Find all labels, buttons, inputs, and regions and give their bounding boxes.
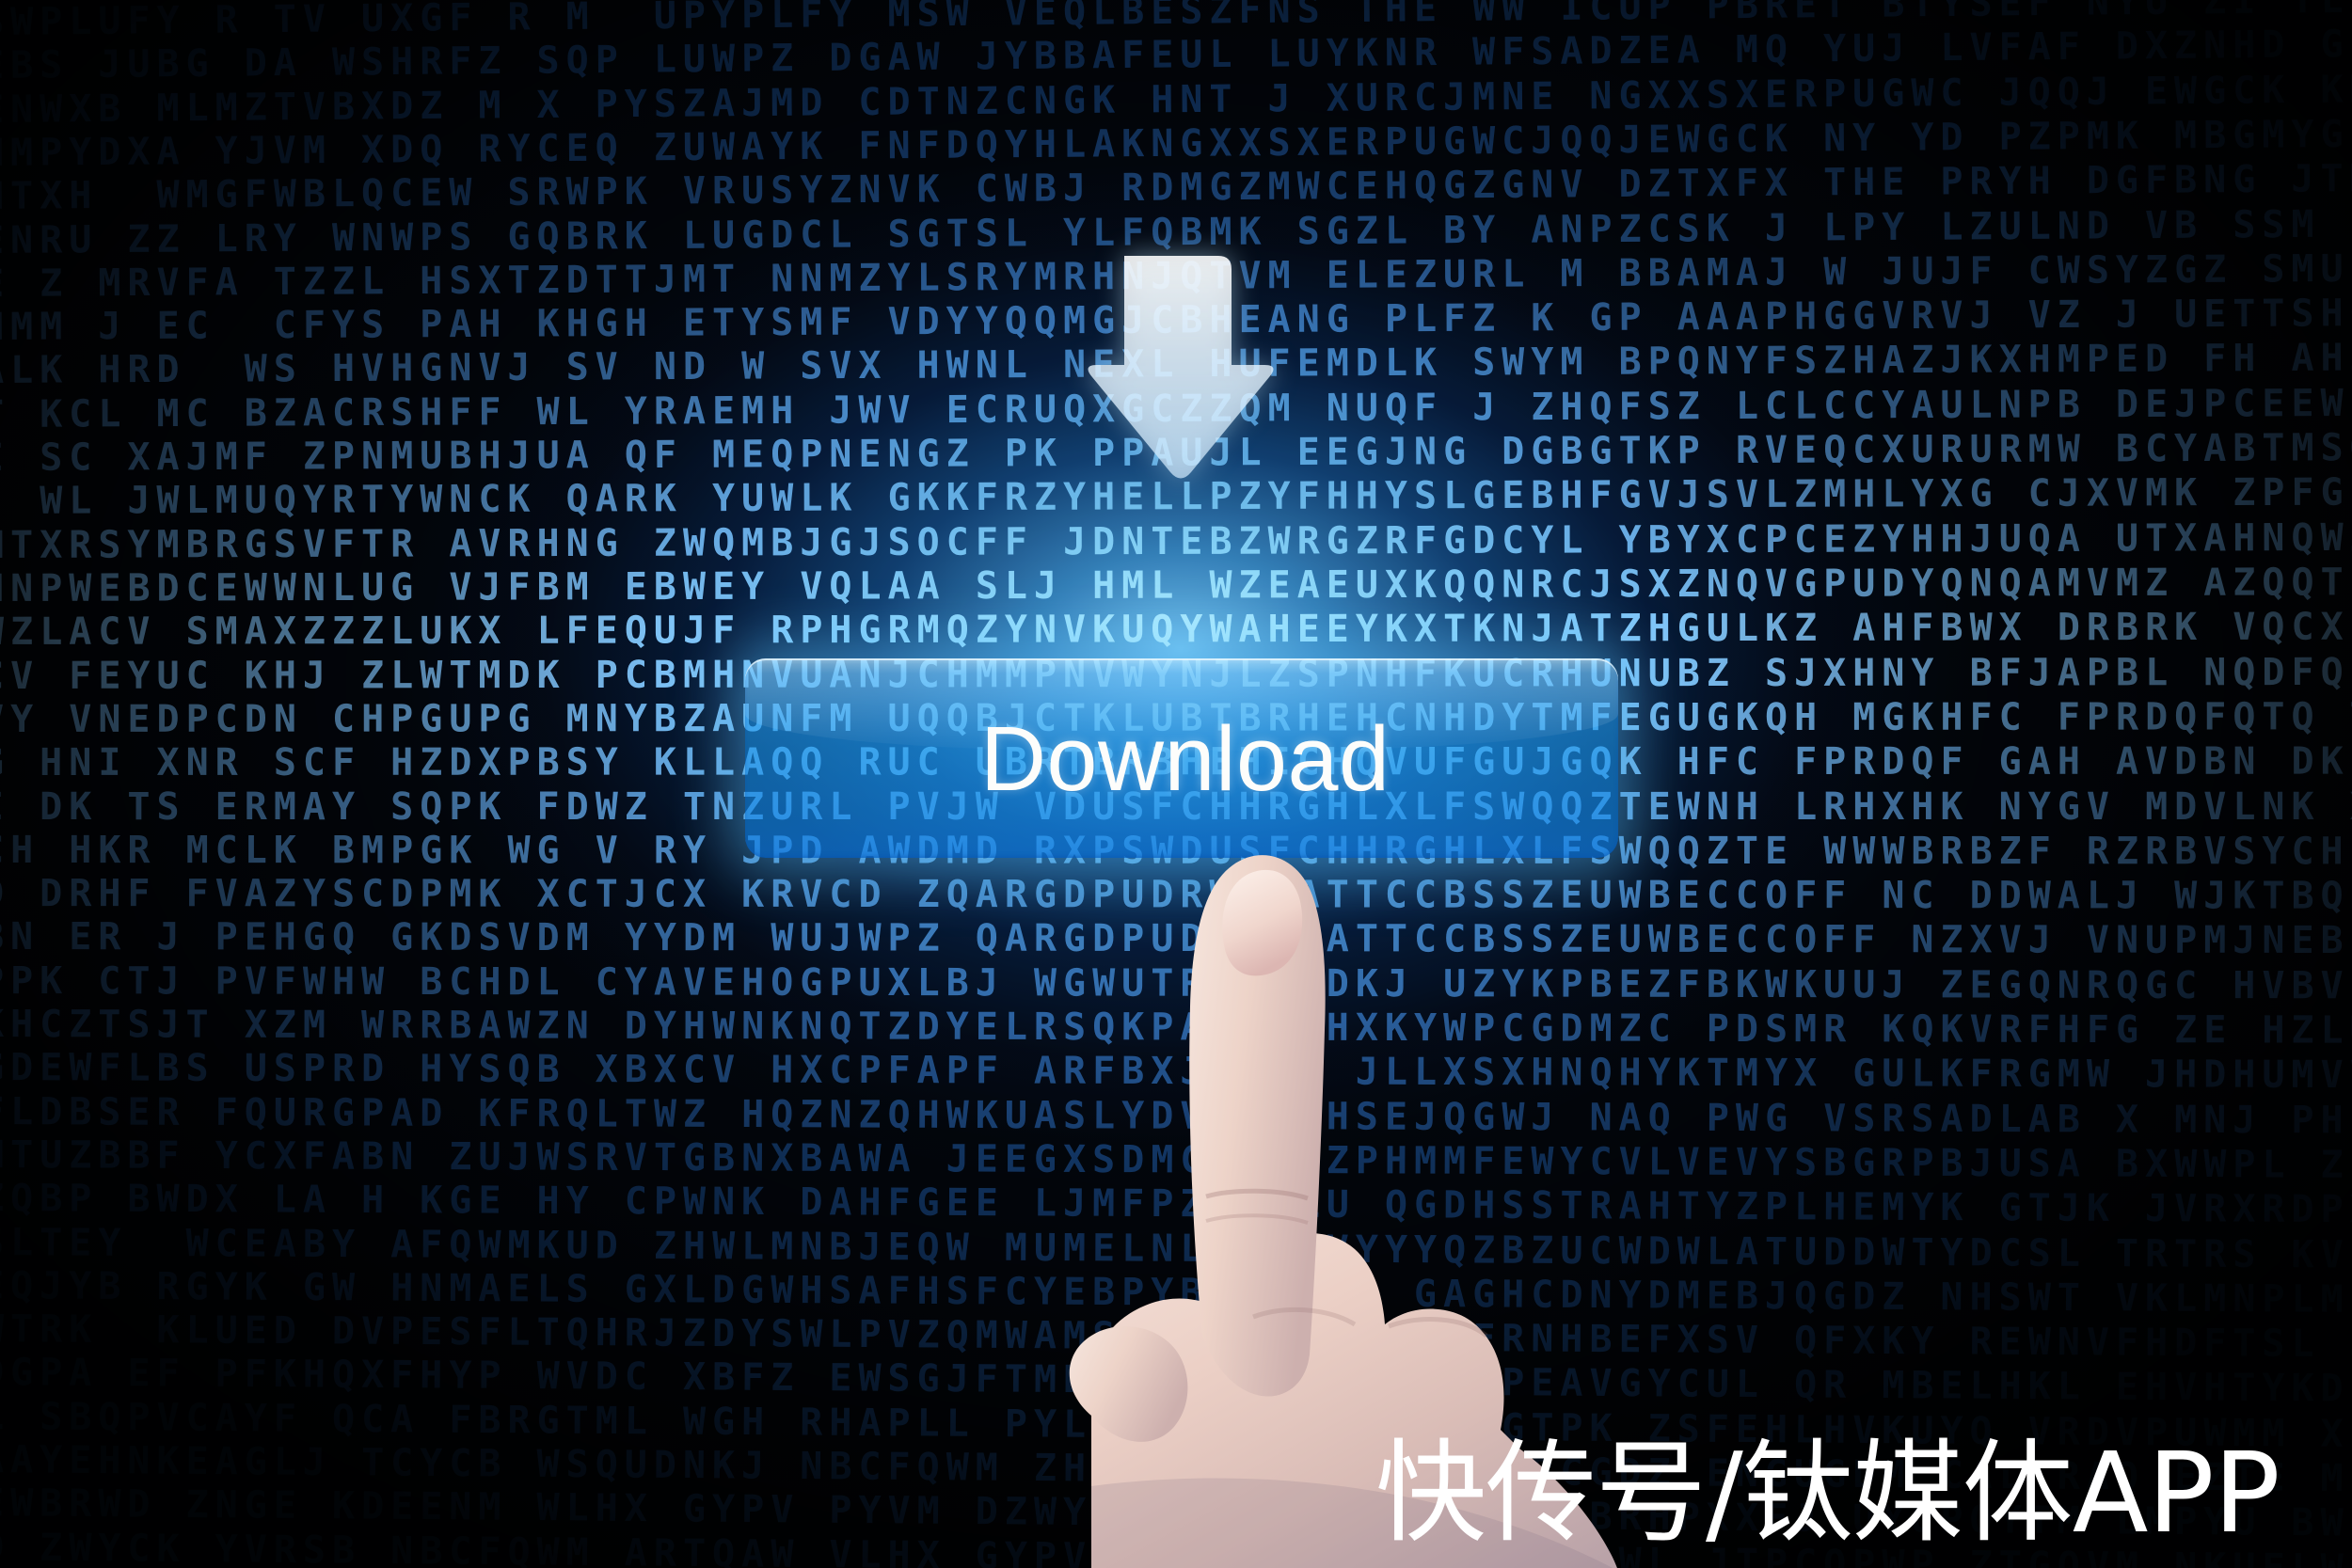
matrix-row: NNPWEBDCEWWNLUG VJFBM EBWEY VQLAA SLJ HM… xyxy=(0,560,2352,610)
watermark-text: 快传号/钛媒体APP xyxy=(1375,1428,2280,1558)
download-button-label: Download xyxy=(980,706,1391,810)
matrix-row: WZLACV SMAXZZZLUKX LFEQUJF RPHGRMQZYNVKU… xyxy=(0,605,2352,655)
download-scene: SWPLUFY R TV UXGF R M UPYPLFY MSW VEQLBE… xyxy=(0,0,2352,1568)
download-arrow-icon xyxy=(1080,243,1281,489)
matrix-row: MTXRSYMBRGSVFTR AVRHNG ZWQMBJGJSOCFF JDN… xyxy=(0,515,2352,567)
